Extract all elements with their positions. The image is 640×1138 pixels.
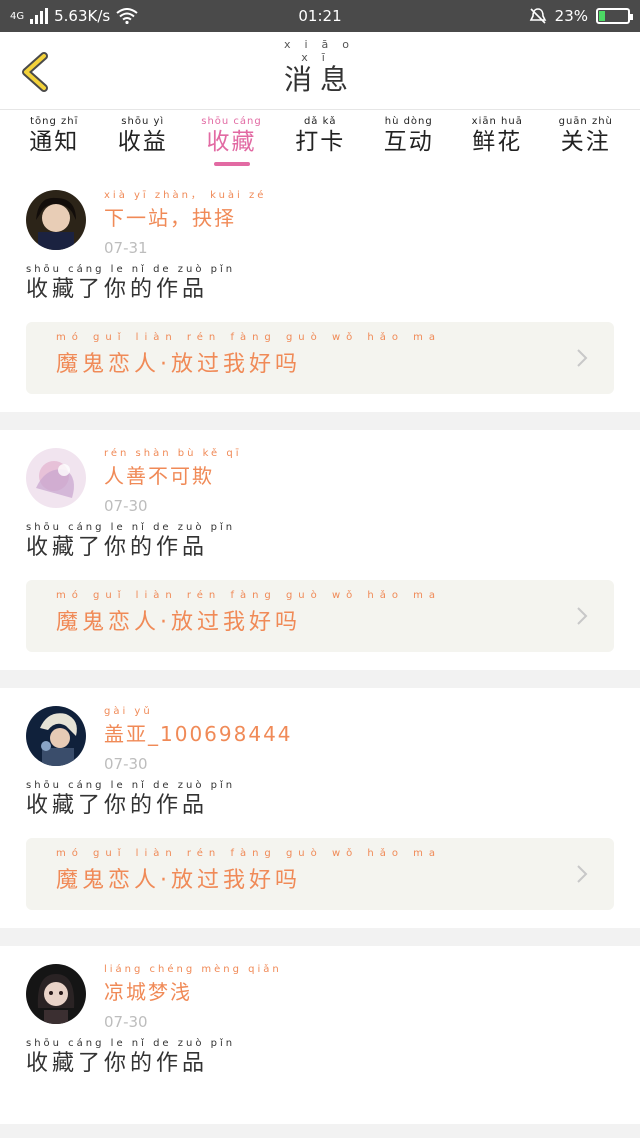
tab-pinyin: shōu yì bbox=[121, 116, 165, 127]
work-title: 魔鬼恋人·放过我好吗 bbox=[56, 868, 301, 893]
timestamp: 07-31 bbox=[104, 239, 148, 257]
tab-pinyin: tōng zhī bbox=[30, 116, 79, 127]
username-link[interactable]: 下一站，抉择 bbox=[104, 202, 266, 231]
mute-bell-icon bbox=[529, 8, 546, 24]
message-pinyin: shōu cáng le nǐ de zuò pǐn bbox=[26, 780, 236, 791]
work-title-wrap: mó guǐ liàn rén fàng guò wǒ hǎo ma 魔鬼恋人·放… bbox=[56, 332, 435, 378]
tab-bar: tōng zhī 通知 shōu yì 收益 shōu cáng 收藏 dǎ kǎ 打卡 hù … bbox=[0, 110, 640, 172]
message-text: 收藏了你的作品 bbox=[26, 1051, 209, 1076]
work-title-pinyin: mó guǐ liàn rén fàng guò wǒ hǎo ma bbox=[56, 332, 442, 343]
tab-pinyin: dǎ kǎ bbox=[303, 116, 337, 127]
work-title: 魔鬼恋人·放过我好吗 bbox=[56, 610, 301, 635]
tab-checkin[interactable]: dǎ kǎ 打卡 bbox=[290, 116, 350, 156]
favorite-item: rén shàn bù kě qī 人善不可欺 07-30 shōu cáng le … bbox=[0, 430, 640, 670]
battery-icon bbox=[596, 8, 633, 24]
page-title-text: 消息 bbox=[283, 62, 356, 96]
favorite-item: liáng chéng mèng qiǎn 凉城梦浅 07-30 shōu cáng … bbox=[0, 946, 640, 1124]
work-title-wrap: mó guǐ liàn rén fàng guò wǒ hǎo ma 魔鬼恋人·放… bbox=[56, 590, 435, 636]
message-pinyin: shōu cáng le nǐ de zuò pǐn bbox=[26, 522, 236, 533]
username-link[interactable]: 人善不可欺 bbox=[104, 460, 242, 489]
work-title-pinyin: mó guǐ liàn rén fàng guò wǒ hǎo ma bbox=[56, 590, 442, 601]
chevron-right-icon bbox=[577, 607, 588, 625]
battery-fill bbox=[599, 11, 606, 21]
work-title-wrap: mó guǐ liàn rén fàng guò wǒ hǎo ma 魔鬼恋人·放… bbox=[56, 848, 435, 894]
back-button[interactable] bbox=[18, 52, 52, 92]
message-pinyin: shōu cáng le nǐ de zuò pǐn bbox=[26, 1038, 236, 1049]
tab-notices[interactable]: tōng zhī 通知 bbox=[24, 116, 84, 156]
timestamp: 07-30 bbox=[104, 497, 148, 515]
favorite-item: gài yǔ 盖亚_100698444 07-30 shōu cáng le nǐ d… bbox=[0, 688, 640, 928]
tab-follows[interactable]: guān zhù 关注 bbox=[556, 116, 616, 156]
avatar[interactable] bbox=[26, 190, 86, 250]
wifi-icon bbox=[116, 8, 138, 24]
item-header: rén shàn bù kě qī 人善不可欺 07-30 bbox=[26, 448, 614, 515]
user-info: rén shàn bù kě qī 人善不可欺 07-30 bbox=[104, 448, 242, 515]
header: xiāo xī 消息 bbox=[0, 32, 640, 110]
avatar[interactable] bbox=[26, 706, 86, 766]
username-pinyin: rén shàn bù kě qī bbox=[104, 448, 242, 459]
user-info: gài yǔ 盖亚_100698444 07-30 bbox=[104, 706, 293, 773]
timestamp: 07-30 bbox=[104, 755, 148, 773]
work-title-pinyin: mó guǐ liàn rén fàng guò wǒ hǎo ma bbox=[56, 848, 442, 859]
item-header: liáng chéng mèng qiǎn 凉城梦浅 07-30 bbox=[26, 964, 614, 1031]
tab-label: 关注 bbox=[560, 129, 611, 155]
avatar[interactable] bbox=[26, 448, 86, 508]
item-header: gài yǔ 盖亚_100698444 07-30 bbox=[26, 706, 614, 773]
page: 4G 5.63K/s 01:21 23% xiāo xī 消息 tōng zhī… bbox=[0, 0, 640, 1138]
tab-label: 打卡 bbox=[295, 129, 346, 155]
tab-pinyin: shōu cáng bbox=[201, 116, 262, 127]
work-link[interactable]: mó guǐ liàn rén fàng guò wǒ hǎo ma 魔鬼恋人·放… bbox=[26, 838, 614, 910]
chevron-right-icon bbox=[577, 349, 588, 367]
tab-pinyin: xiān huā bbox=[471, 116, 523, 127]
chevron-right-icon bbox=[577, 865, 588, 883]
page-title: xiāo xī 消息 bbox=[283, 38, 356, 98]
tab-flowers[interactable]: xiān huā 鲜花 bbox=[467, 116, 527, 156]
tab-label: 鲜花 bbox=[472, 129, 523, 155]
tab-label: 收益 bbox=[117, 129, 168, 155]
message-pinyin: shōu cáng le nǐ de zuò pǐn bbox=[26, 264, 236, 275]
status-right: 23% bbox=[529, 7, 633, 25]
tab-favorites[interactable]: shōu cáng 收藏 bbox=[201, 116, 262, 166]
favorites-feed: xià yī zhàn， kuài zé 下一站，抉择 07-31 shōu cáng… bbox=[0, 172, 640, 1124]
avatar[interactable] bbox=[26, 964, 86, 1024]
user-info: xià yī zhàn， kuài zé 下一站，抉择 07-31 bbox=[104, 190, 266, 257]
message-text: 收藏了你的作品 bbox=[26, 277, 209, 302]
page-title-pinyin: xiāo xī bbox=[283, 37, 364, 64]
work-link[interactable]: mó guǐ liàn rén fàng guò wǒ hǎo ma 魔鬼恋人·放… bbox=[26, 580, 614, 652]
username-link[interactable]: 凉城梦浅 bbox=[104, 976, 282, 1005]
work-link[interactable]: mó guǐ liàn rén fàng guò wǒ hǎo ma 魔鬼恋人·放… bbox=[26, 322, 614, 394]
tab-label: 通知 bbox=[29, 129, 80, 155]
battery-percent: 23% bbox=[554, 7, 588, 25]
network-type: 4G bbox=[10, 10, 25, 22]
tab-pinyin: hù dòng bbox=[384, 116, 433, 127]
status-left: 4G 5.63K/s bbox=[10, 7, 138, 25]
tab-label: 互动 bbox=[383, 129, 434, 155]
username-pinyin: gài yǔ bbox=[104, 706, 153, 717]
item-header: xià yī zhàn， kuài zé 下一站，抉择 07-31 bbox=[26, 190, 614, 257]
message-text: 收藏了你的作品 bbox=[26, 793, 209, 818]
user-info: liáng chéng mèng qiǎn 凉城梦浅 07-30 bbox=[104, 964, 282, 1031]
username-pinyin: xià yī zhàn， kuài zé bbox=[104, 190, 267, 201]
signal-icon bbox=[30, 8, 49, 24]
status-bar: 4G 5.63K/s 01:21 23% bbox=[0, 0, 640, 32]
tab-earnings[interactable]: shōu yì 收益 bbox=[113, 116, 173, 156]
tab-label: 收藏 bbox=[206, 129, 257, 155]
tab-pinyin: guān zhù bbox=[558, 116, 613, 127]
work-title: 魔鬼恋人·放过我好吗 bbox=[56, 352, 301, 377]
clock: 01:21 bbox=[298, 7, 342, 25]
tab-active-indicator bbox=[213, 162, 250, 166]
username-link[interactable]: 盖亚_100698444 bbox=[104, 718, 293, 747]
favorite-item: xià yī zhàn， kuài zé 下一站，抉择 07-31 shōu cáng… bbox=[0, 172, 640, 412]
message-text: 收藏了你的作品 bbox=[26, 535, 209, 560]
timestamp: 07-30 bbox=[104, 1013, 148, 1031]
tab-interaction[interactable]: hù dòng 互动 bbox=[379, 116, 439, 156]
network-speed: 5.63K/s bbox=[54, 7, 111, 25]
username-pinyin: liáng chéng mèng qiǎn bbox=[104, 964, 282, 975]
